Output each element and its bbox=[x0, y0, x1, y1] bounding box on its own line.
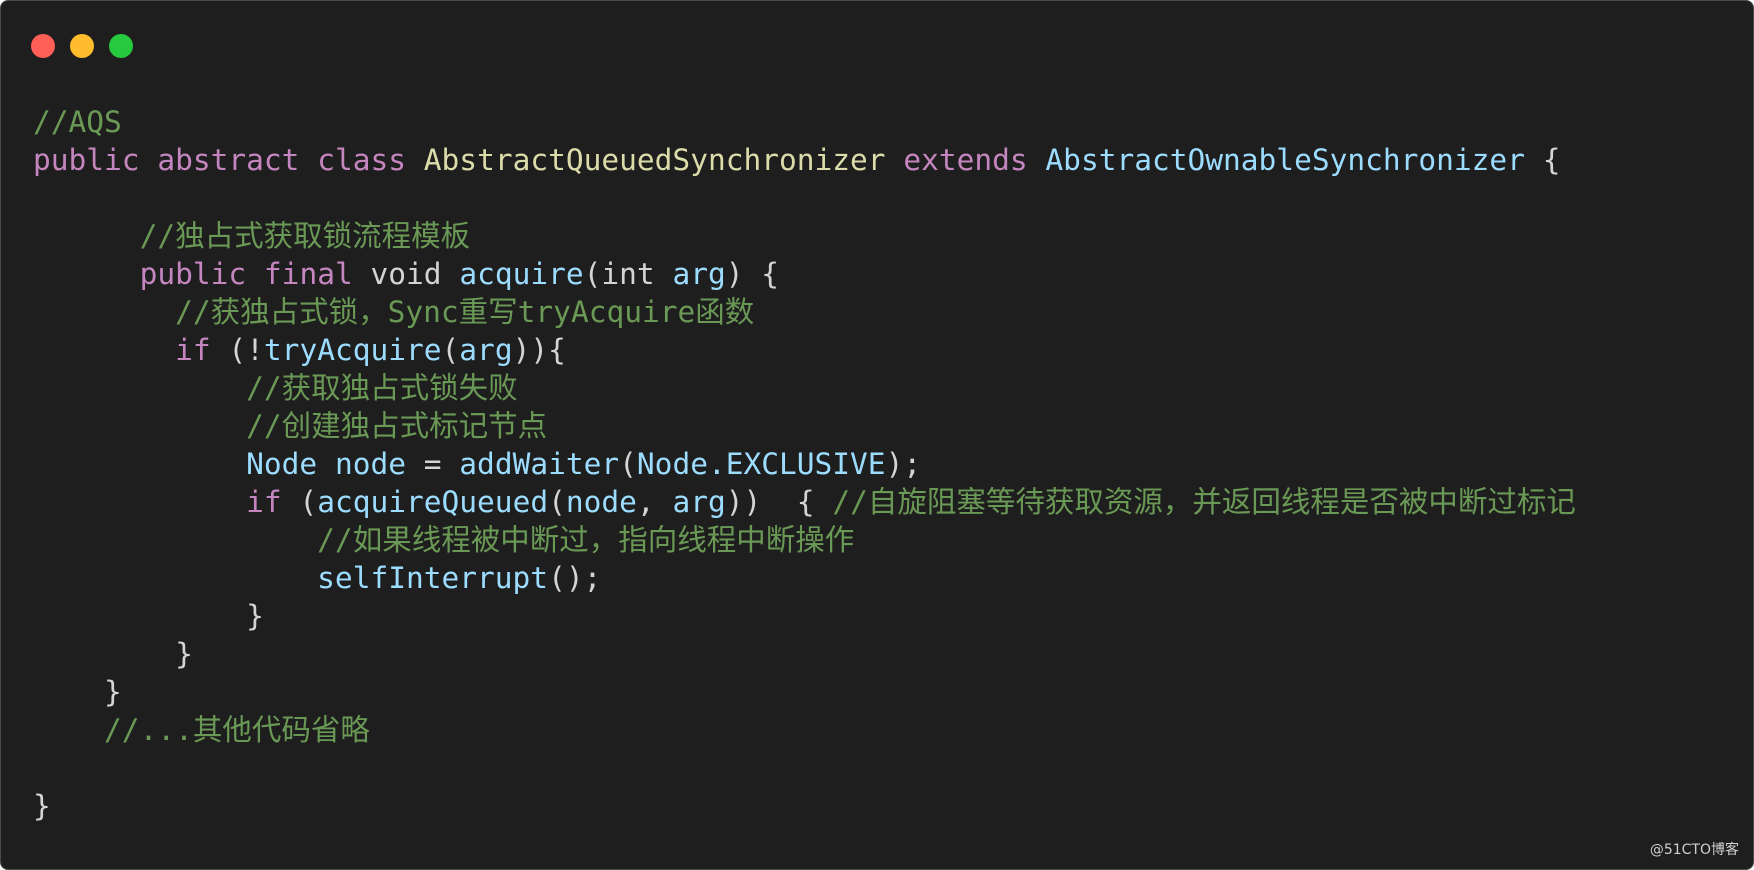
code-token-func: acquire bbox=[459, 257, 584, 291]
code-token-var: Node.EXCLUSIVE bbox=[636, 447, 886, 481]
code-line: //获取独占式锁失败 bbox=[33, 369, 1576, 407]
code-token-comment: //...其他代码省略 bbox=[104, 713, 370, 747]
code-token-plain: } bbox=[33, 789, 51, 823]
code-token-var: node bbox=[565, 485, 637, 519]
code-token-comment: //获取独占式锁失败 bbox=[246, 371, 518, 405]
code-token-plain: )) { bbox=[725, 485, 833, 519]
minimize-button[interactable] bbox=[70, 34, 94, 58]
code-line: //如果线程被中断过，指向线程中断操作 bbox=[33, 521, 1576, 559]
code-line: } bbox=[33, 787, 1576, 825]
code-token-plain: ( bbox=[619, 447, 637, 481]
code-token-var: arg bbox=[459, 333, 513, 367]
code-token-plain: (! bbox=[210, 333, 264, 367]
code-token-plain: , bbox=[636, 485, 673, 519]
code-line: public abstract class AbstractQueuedSync… bbox=[33, 141, 1576, 179]
code-token-func: addWaiter bbox=[459, 447, 620, 481]
code-token-keyword: final bbox=[263, 257, 353, 291]
code-token-plain: = bbox=[406, 447, 460, 481]
code-token-plain: (int bbox=[583, 257, 673, 291]
code-token-keyword: class bbox=[317, 143, 407, 177]
code-token-func: acquireQueued bbox=[317, 485, 549, 519]
code-token-comment: //如果线程被中断过，指向线程中断操作 bbox=[317, 523, 855, 557]
code-token-plain: (); bbox=[548, 561, 602, 595]
code-line: //...其他代码省略 bbox=[33, 711, 1576, 749]
code-token-var: Node bbox=[246, 447, 318, 481]
code-token-keyword: extends bbox=[903, 143, 1028, 177]
code-line: //AQS bbox=[33, 103, 1576, 141]
code-token-class2: AbstractOwnableSynchronizer bbox=[1045, 143, 1525, 177]
code-line: Node node = addWaiter(Node.EXCLUSIVE); bbox=[33, 445, 1576, 483]
code-token-keyword: public bbox=[33, 143, 140, 177]
code-token-keyword: if bbox=[175, 333, 211, 367]
code-token-keyword: abstract bbox=[157, 143, 300, 177]
code-token-func: selfInterrupt bbox=[317, 561, 549, 595]
code-token-comment: //独占式获取锁流程模板 bbox=[139, 219, 471, 253]
code-line: if (!tryAcquire(arg)){ bbox=[33, 331, 1576, 369]
code-line: } bbox=[33, 673, 1576, 711]
zoom-button[interactable] bbox=[109, 34, 133, 58]
code-token-plain: } bbox=[33, 675, 122, 709]
code-line: if (acquireQueued(node, arg)) { //自旋阻塞等待… bbox=[33, 483, 1576, 521]
code-token-plain: ) { bbox=[725, 257, 780, 291]
code-token-comment: //创建独占式标记节点 bbox=[246, 409, 548, 443]
code-token-plain: } bbox=[33, 599, 264, 633]
code-token-plain: ); bbox=[885, 447, 922, 481]
code-token-var: arg bbox=[672, 257, 726, 291]
code-token-var: node bbox=[334, 447, 406, 481]
code-token-plain: } bbox=[33, 637, 193, 671]
code-token-plain: )){ bbox=[512, 333, 566, 367]
code-line: //独占式获取锁流程模板 bbox=[33, 217, 1576, 255]
code-window: //AQS public abstract class AbstractQueue… bbox=[0, 0, 1754, 870]
code-line: public final void acquire(int arg) { bbox=[33, 255, 1576, 293]
code-line: } bbox=[33, 635, 1576, 673]
window-controls bbox=[31, 34, 133, 58]
code-token-keyword: public bbox=[139, 257, 247, 291]
code-token-comment: //获独占式锁，Sync重写tryAcquire函数 bbox=[175, 295, 755, 329]
code-token-plain: { bbox=[1524, 143, 1561, 177]
code-token-comment: //自旋阻塞等待获取资源，并返回线程是否被中断过标记 bbox=[832, 485, 1576, 519]
code-token-keyword: if bbox=[246, 485, 282, 519]
code-token-plain: ( bbox=[281, 485, 318, 519]
watermark: @51CTO博客 bbox=[1649, 842, 1739, 858]
code-token-var: arg bbox=[672, 485, 726, 519]
code-block: //AQS public abstract class AbstractQueue… bbox=[33, 103, 1576, 825]
code-line: //获独占式锁，Sync重写tryAcquire函数 bbox=[33, 293, 1576, 331]
code-line: //创建独占式标记节点 bbox=[33, 407, 1576, 445]
code-token-plain: ( bbox=[548, 485, 566, 519]
code-token-plain: void bbox=[352, 257, 460, 291]
close-button[interactable] bbox=[31, 34, 55, 58]
code-line: selfInterrupt(); bbox=[33, 559, 1576, 597]
code-token-func: tryAcquire bbox=[263, 333, 442, 367]
code-token-comment: //AQS bbox=[33, 105, 122, 139]
code-token-plain: ( bbox=[441, 333, 460, 367]
code-line: } bbox=[33, 597, 1576, 635]
code-token-class: AbstractQueuedSynchronizer bbox=[423, 143, 886, 177]
